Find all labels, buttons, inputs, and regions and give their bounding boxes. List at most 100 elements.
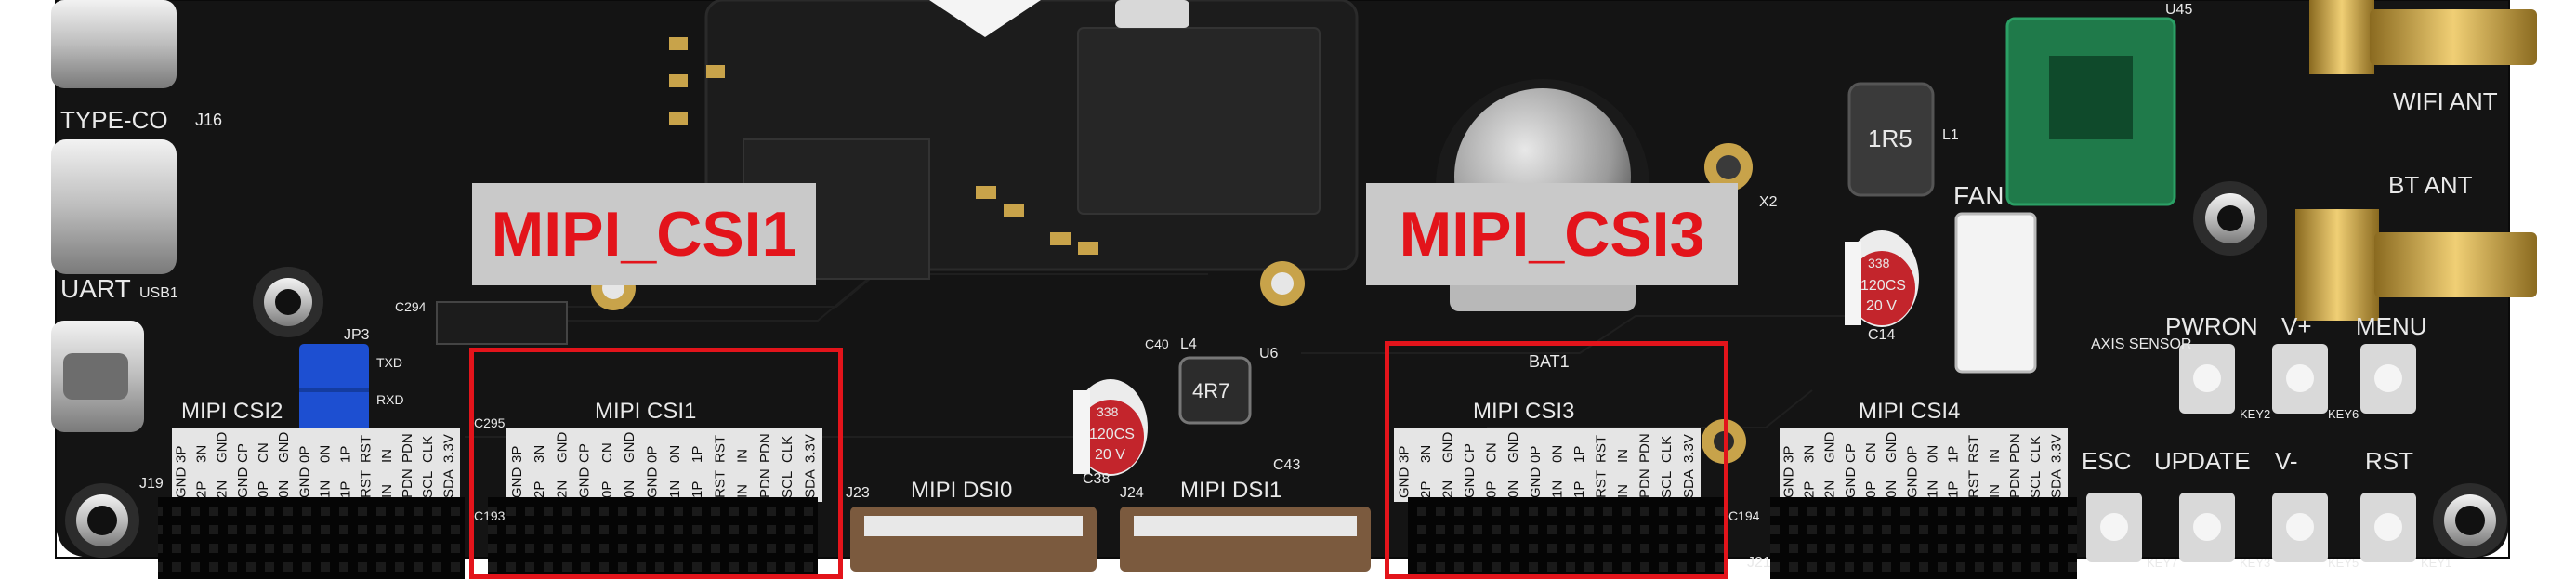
silk-l4-part: 4R7 (1192, 379, 1229, 402)
csi4-pin-label-bottom: GND (1904, 467, 1920, 499)
silk-type-c: TYPE-CO (60, 106, 168, 134)
csi4-pin-label-bottom: PDN (2007, 468, 2023, 498)
csi2-pin-label-top: 3P (173, 446, 189, 463)
csi4-pin-label-bottom: GND (1781, 467, 1796, 499)
cap-c14-rating: 120CS (1860, 278, 1906, 294)
csi4-pin-label-top: 3.3V (2048, 434, 2064, 463)
silk-c194: C194 (1728, 508, 1760, 523)
csi2-pin-label-bottom: GND (173, 467, 189, 499)
csi2-pin-label-top: CP (235, 443, 251, 463)
csi2-pin-label-top: 3.3V (440, 434, 456, 463)
csi2-pin-label-bottom: SCL (420, 471, 436, 498)
csi4-pin-label-bottom: 1N (1925, 480, 1940, 498)
silk-l1-part: 1R5 (1868, 125, 1912, 152)
silk-j19: J19 (139, 476, 164, 492)
csi4-pin-label-top: GND (1822, 432, 1838, 464)
silk-key6: KEY6 (2328, 407, 2359, 421)
fan-connector (1954, 212, 2037, 374)
silk-mipi-dsi1: MIPI DSI1 (1180, 478, 1281, 503)
silk-rst: RST (2365, 447, 2413, 475)
csi2-pin-label-bottom: 2P (194, 481, 210, 498)
pcb-photo: TYPE-CO UART USB1 J16 MIPI CSI2 MIPI CSI… (0, 0, 2576, 579)
csi2-pin-label-bottom: RST (359, 470, 375, 498)
silk-j21: J21 (1747, 555, 1771, 571)
silk-u45: U45 (2165, 2, 2192, 18)
csi4-pin-label-bottom: SCL (2028, 471, 2044, 498)
cap-c38-code: 338 (1097, 404, 1119, 419)
silk-c38: C38 (1083, 471, 1110, 487)
silk-rxd: RXD (376, 392, 404, 407)
csi2-pin-label-bottom: 1N (317, 480, 333, 498)
silk-u6: U6 (1259, 346, 1279, 362)
cap-c14-code: 338 (1868, 256, 1890, 270)
csi4-pin-label-bottom: IN (1987, 484, 2003, 498)
csi4-pin-label-top: CLK (2028, 436, 2044, 463)
header-csi2 (158, 497, 465, 579)
csi4-pin-label-top: 3P (1781, 446, 1796, 463)
silk-pwron: PWRON (2165, 312, 2258, 340)
csi4-pin-label-bottom: GND (1843, 467, 1859, 499)
silk-key1: KEY1 (2421, 556, 2451, 570)
header-csi4 (1770, 497, 2077, 579)
csi4-pin-label-top: CP (1843, 443, 1859, 463)
csi2-pin-label-bottom: SDA (440, 469, 456, 498)
silk-c40: C40 (1145, 336, 1169, 351)
csi2-pin-label-bottom: 0P (256, 481, 271, 498)
csi2-pin-label-bottom: 0N (276, 480, 292, 498)
silk-c294: C294 (395, 299, 427, 314)
csi2-pin-label-top: CLK (420, 436, 436, 463)
csi4-pin-label-top: 1P (1946, 446, 1962, 463)
csi4-pin-label-bottom: 0P (1863, 481, 1879, 498)
csi4-pin-label-top: IN (1987, 449, 2003, 463)
silk-menu: MENU (2356, 312, 2427, 340)
silk-key7: KEY7 (2147, 556, 2177, 570)
csi4-pin-label-bottom: SDA (2048, 469, 2064, 498)
csi4-pin-label-top: RST (1966, 435, 1982, 463)
csi4-pin-label-bottom: 2P (1802, 481, 1818, 498)
csi3-highlight-box (1385, 341, 1728, 579)
csi3-callout-label: MIPI_CSI3 (1366, 183, 1738, 285)
csi2-pin-label-bottom: 2N (215, 480, 230, 498)
soc-chip (1077, 27, 1321, 215)
cap-c38-rating: 120CS (1089, 427, 1135, 442)
silk-esc: ESC (2082, 447, 2131, 475)
csi2-pin-label-top: CN (256, 442, 271, 463)
csi1-highlight-box (469, 348, 843, 579)
csi4-pin-label-top: GND (1884, 432, 1899, 464)
csi2-pin-label-top: 1P (338, 446, 354, 463)
csi4-pin-label-top: 0N (1925, 445, 1940, 463)
csi2-pin-label-top: 0P (296, 446, 312, 463)
csi2-pin-label-bottom: IN (379, 484, 395, 498)
silk-key5: KEY5 (2328, 556, 2359, 570)
silk-l4: L4 (1180, 336, 1197, 352)
csi1-callout-label: MIPI_CSI1 (472, 183, 816, 285)
silk-mipi-csi2: MIPI CSI2 (181, 399, 283, 424)
csi2-pin-label-top: 3N (194, 445, 210, 463)
silk-c43: C43 (1273, 457, 1300, 473)
csi2-pin-label-top: PDN (400, 433, 415, 463)
csi2-pin-label-bottom: 1P (338, 481, 354, 498)
dsi0-connector (850, 507, 1097, 572)
csi2-pin-label-top: IN (379, 449, 395, 463)
silk-update: UPDATE (2154, 447, 2251, 475)
csi4-pin-label-bottom: RST (1966, 470, 1982, 498)
csi4-pin-label-top: 3N (1802, 445, 1818, 463)
silk-key3: KEY3 (2240, 556, 2270, 570)
cap-c14-voltage: 20 V (1866, 298, 1897, 314)
silk-v-minus: V- (2275, 447, 2298, 475)
silk-l1: L1 (1942, 127, 1959, 143)
csi4-pin-label-bottom: 1P (1946, 481, 1962, 498)
silk-v-plus: V+ (2281, 312, 2312, 340)
csi2-pin-label-top: GND (215, 432, 230, 464)
silk-j24: J24 (1120, 485, 1144, 501)
silk-wifi-ant: WIFI ANT (2393, 87, 2498, 115)
csi4-pin-label-top: 0P (1904, 446, 1920, 463)
csi4-pin-label-bottom: 2N (1822, 480, 1838, 498)
silk-j23: J23 (846, 485, 870, 501)
csi2-pin-label-top: RST (359, 435, 375, 463)
silk-uart: UART (60, 274, 131, 303)
csi4-pin-label-top: CN (1863, 442, 1879, 463)
silk-usb1: USB1 (139, 285, 178, 301)
dsi1-connector (1120, 507, 1371, 572)
silk-j16: J16 (195, 111, 222, 129)
